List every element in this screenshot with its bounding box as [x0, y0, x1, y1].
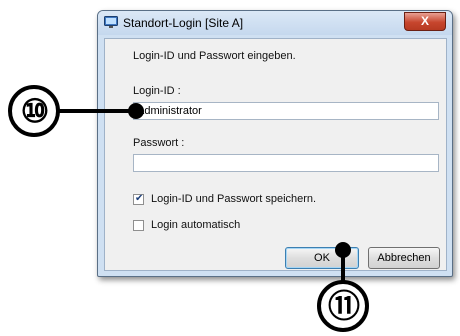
- window-title: Standort-Login [Site A]: [123, 16, 244, 30]
- login-id-field[interactable]: Administrator: [133, 102, 439, 120]
- auto-login-checkbox[interactable]: [133, 220, 144, 231]
- dialog-body: Login-ID und Passwort eingeben. Login-ID…: [104, 38, 447, 271]
- login-dialog: Standort-Login [Site A] X Login-ID und P…: [97, 10, 453, 277]
- auto-login-label[interactable]: Login automatisch: [151, 219, 240, 231]
- callout-10-marker: ⑩: [8, 85, 60, 137]
- callout-11-marker: ⑪: [317, 280, 369, 332]
- monitor-icon: [104, 16, 118, 28]
- close-button[interactable]: X: [404, 12, 446, 31]
- password-field[interactable]: [133, 154, 439, 172]
- cancel-button[interactable]: Abbrechen: [368, 247, 440, 269]
- callout-10-line: [58, 109, 135, 113]
- callout-11-dot: [335, 242, 351, 258]
- title-bar[interactable]: Standort-Login [Site A] X: [98, 11, 452, 35]
- checkmark-icon: ✔: [135, 193, 144, 204]
- login-id-label: Login-ID :: [133, 85, 181, 97]
- save-credentials-checkbox[interactable]: ✔: [133, 193, 144, 205]
- save-credentials-label[interactable]: Login-ID und Passwort speichern.: [151, 193, 316, 205]
- instruction-text: Login-ID und Passwort eingeben.: [133, 50, 296, 62]
- password-label: Passwort :: [133, 137, 185, 149]
- callout-10-dot: [128, 103, 144, 119]
